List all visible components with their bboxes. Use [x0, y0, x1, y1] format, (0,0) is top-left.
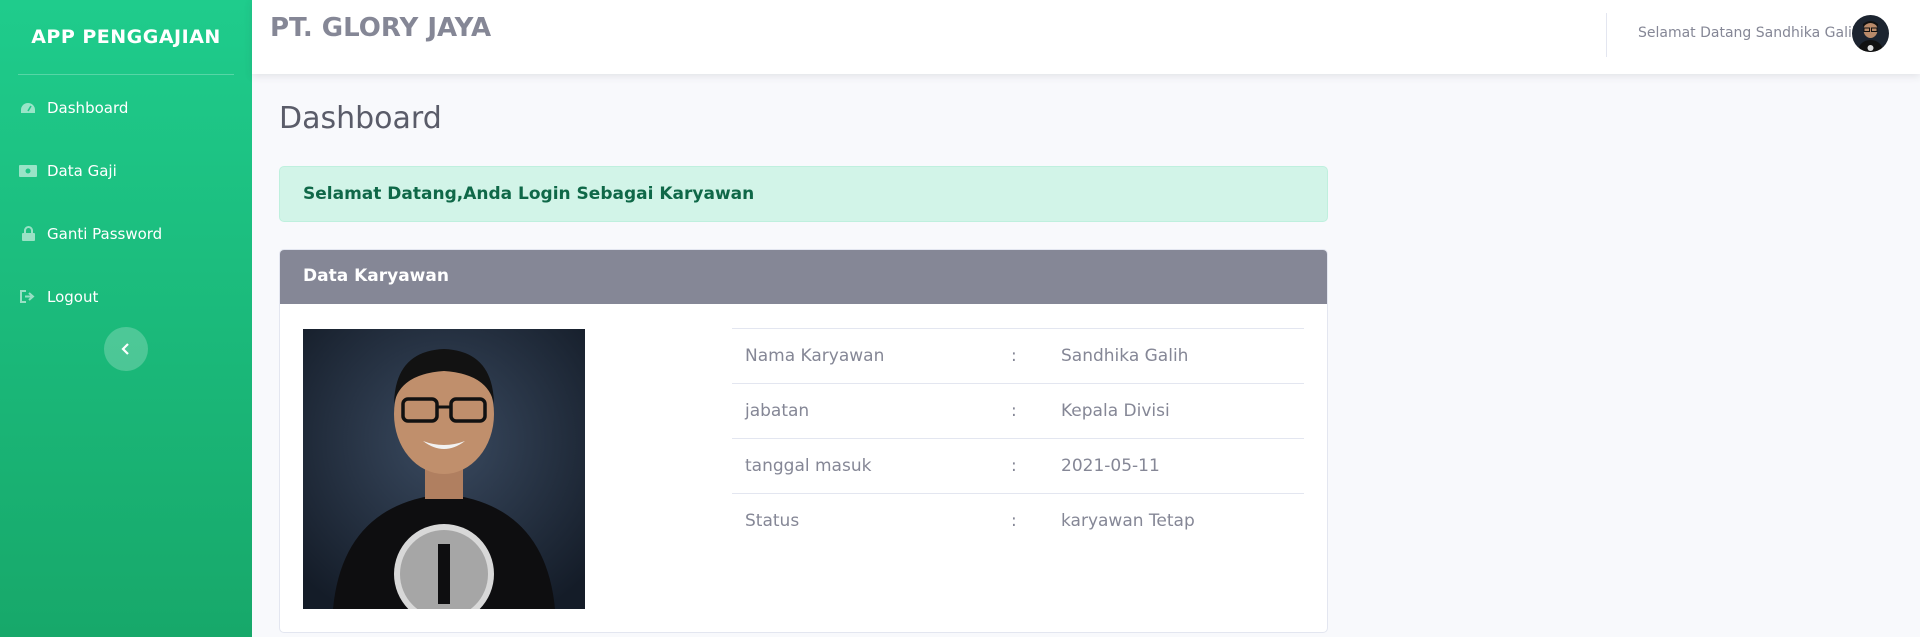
sidebar-item-logout[interactable]: Logout [0, 265, 252, 328]
sidebar: APP PENGGAJIAN Dashboard Data Gaji Ganti… [0, 0, 252, 637]
tachometer-icon [19, 100, 37, 116]
card-header: Data Karyawan [280, 250, 1327, 304]
sidebar-item-label: Ganti Password [47, 224, 163, 243]
sidebar-toggle-button[interactable] [104, 327, 148, 371]
row-label: Status [732, 493, 998, 549]
sidebar-item-ganti-password[interactable]: Ganti Password [0, 202, 252, 265]
row-value: Sandhika Galih [1048, 328, 1304, 384]
chevron-left-icon [121, 340, 131, 359]
sidebar-item-label: Data Gaji [47, 161, 117, 180]
row-separator: : [998, 438, 1048, 494]
user-welcome-text[interactable]: Selamat Datang Sandhika Galih [1638, 25, 1861, 41]
row-value: Kepala Divisi [1048, 383, 1304, 439]
employee-info-table: Nama Karyawan : Sandhika Galih jabatan :… [732, 328, 1304, 549]
row-label: tanggal masuk [732, 438, 998, 494]
row-separator: : [998, 493, 1048, 549]
sign-out-icon [19, 289, 37, 305]
topbar: PT. GLORY JAYA Selamat Datang Sandhika G… [252, 0, 1920, 74]
sidebar-item-data-gaji[interactable]: Data Gaji [0, 139, 252, 202]
row-separator: : [998, 383, 1048, 439]
row-value: 2021-05-11 [1048, 438, 1304, 494]
lock-icon [19, 226, 37, 242]
row-separator: : [998, 328, 1048, 384]
row-value: karyawan Tetap [1048, 493, 1304, 549]
row-label: Nama Karyawan [732, 328, 998, 384]
sidebar-nav: Dashboard Data Gaji Ganti Password Logou… [0, 75, 252, 328]
sidebar-item-dashboard[interactable]: Dashboard [0, 76, 252, 139]
sidebar-item-label: Logout [47, 287, 99, 306]
table-row: jabatan : Kepala Divisi [732, 383, 1304, 439]
sidebar-item-label: Dashboard [47, 98, 129, 117]
employee-photo [303, 329, 585, 609]
app-brand[interactable]: APP PENGGAJIAN [0, 0, 252, 74]
table-row: tanggal masuk : 2021-05-11 [732, 438, 1304, 494]
money-icon [19, 163, 37, 179]
table-row: Status : karyawan Tetap [732, 493, 1304, 549]
row-label: jabatan [732, 383, 998, 439]
company-name: PT. GLORY JAYA [270, 13, 492, 43]
page-title: Dashboard [279, 101, 442, 136]
avatar[interactable] [1852, 15, 1889, 52]
topbar-divider [1606, 13, 1607, 57]
employee-card: Data Karyawan Nama Karyawan: Sandhika G… [279, 249, 1328, 633]
welcome-alert: Selamat Datang,Anda Login Sebagai Karyaw… [279, 166, 1328, 222]
table-row: Nama Karyawan : Sandhika Galih [732, 328, 1304, 384]
